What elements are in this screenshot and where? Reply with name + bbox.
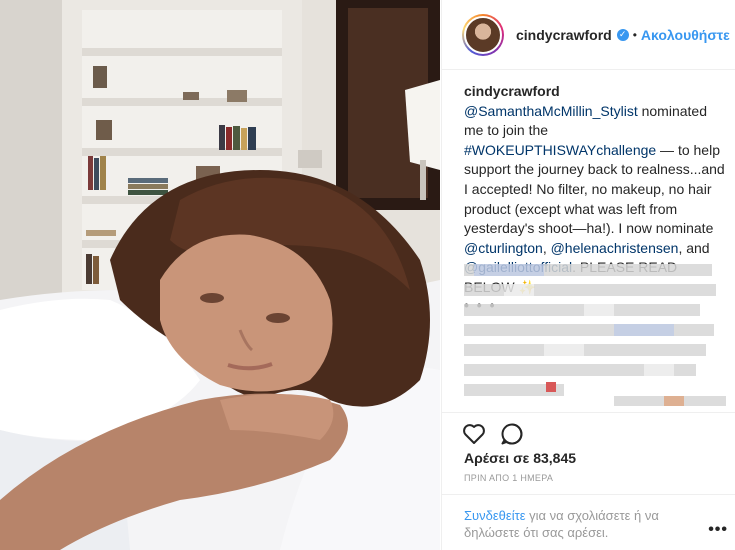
mention-link[interactable]: @helenachristensen: [551, 240, 679, 256]
login-link[interactable]: Συνδεθείτε: [464, 508, 526, 523]
pixelated-comments: [464, 264, 726, 406]
post-header: cindycrawford ✓ • Ακολουθήστε: [442, 0, 735, 70]
mention-stylist-link[interactable]: @SamanthaMcMillin_Stylist: [464, 103, 638, 119]
post-side-panel: cindycrawford ✓ • Ακολουθήστε cindycrawf…: [441, 0, 735, 550]
likes-count[interactable]: Αρέσει σε 83,845: [464, 450, 576, 466]
post-timestamp[interactable]: ΠΡΙΝ ΑΠΟ 1 ΗΜΕΡΑ: [464, 473, 553, 483]
follow-button[interactable]: Ακολουθήστε: [641, 27, 730, 43]
avatar[interactable]: [462, 13, 504, 56]
comment-icon[interactable]: [500, 422, 524, 446]
mention-link[interactable]: @cturlington: [464, 240, 543, 256]
avatar-image: [464, 15, 502, 54]
separator-dot: •: [632, 27, 637, 42]
selfie-image: [0, 0, 440, 550]
action-bar: [442, 412, 735, 454]
login-prompt: Συνδεθείτε για να σχολιάσετε ή να δηλώσε…: [442, 494, 735, 550]
heart-icon[interactable]: [462, 423, 486, 445]
caption-separator: , and: [678, 239, 710, 256]
caption-username-link[interactable]: cindycrawford: [464, 83, 560, 99]
username-link[interactable]: cindycrawford: [516, 27, 612, 43]
hashtag-link[interactable]: #WOKEUPTHISWAYchallenge: [464, 142, 656, 158]
more-options-button[interactable]: •••: [708, 521, 728, 538]
post-photo[interactable]: [0, 0, 440, 550]
caption-separator: ,: [542, 239, 551, 256]
verified-badge-icon: ✓: [616, 28, 629, 41]
